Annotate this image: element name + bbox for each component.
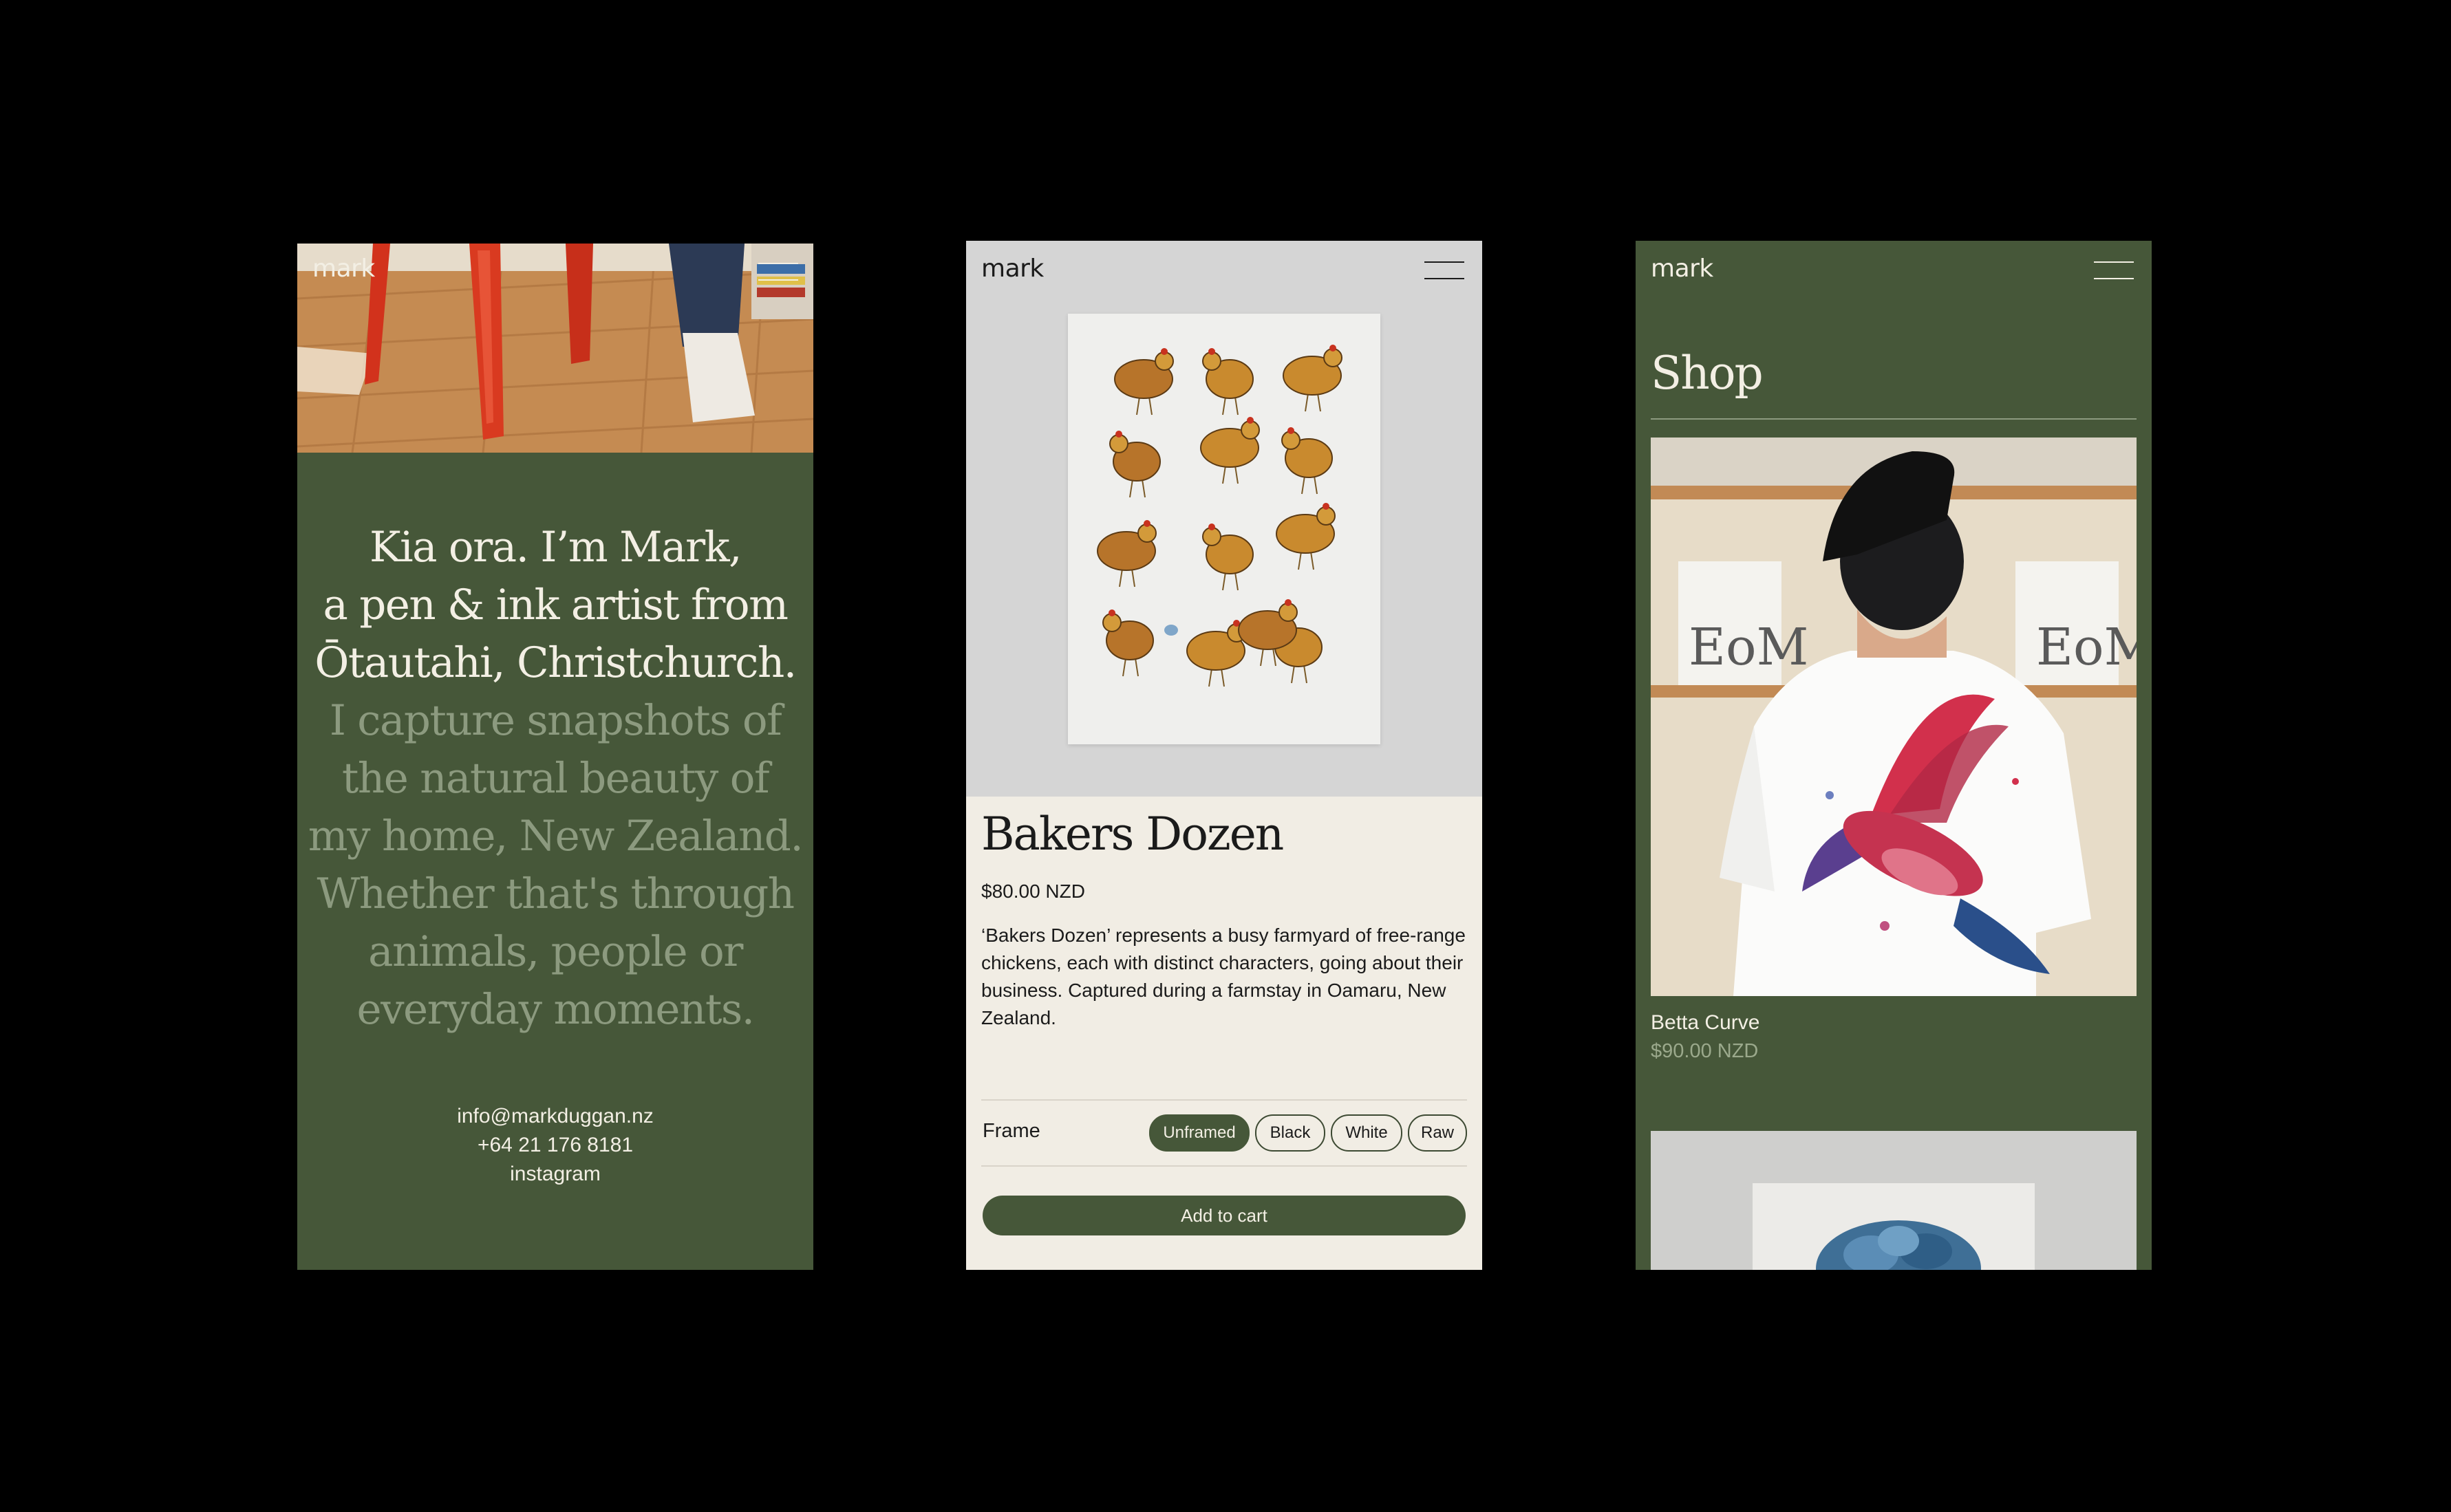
chicken-illustration bbox=[1202, 523, 1254, 591]
divider bbox=[1651, 418, 2137, 420]
bag-text: EoM bbox=[2036, 618, 2137, 677]
frame-option-raw[interactable]: Raw bbox=[1408, 1114, 1467, 1152]
chicken-illustration bbox=[1102, 609, 1154, 677]
contact-block: info@markduggan.nz +64 21 176 8181 insta… bbox=[297, 1102, 813, 1189]
about-screen: mark Kia ora. I’m Mark, a pen & ink arti… bbox=[297, 244, 813, 1270]
body-line: animals, people or bbox=[368, 927, 743, 976]
chicken-illustration bbox=[1109, 431, 1161, 498]
frame-option-white[interactable]: White bbox=[1331, 1114, 1402, 1152]
add-to-cart-button[interactable]: Add to cart bbox=[983, 1196, 1466, 1235]
intro-line: Kia ora. I’m Mark, bbox=[370, 523, 742, 572]
product-image-next[interactable] bbox=[1651, 1131, 2137, 1270]
frame-option-unframed[interactable]: Unframed bbox=[1149, 1114, 1250, 1152]
product-title: Bakers Dozen bbox=[981, 808, 1284, 861]
product-screen: mark Bakers Dozen $80.00 NZD ‘Bakers Doz… bbox=[966, 241, 1482, 1270]
body-line: the natural beauty of bbox=[341, 754, 770, 803]
chicken-illustration bbox=[1283, 345, 1342, 412]
divider bbox=[981, 1165, 1467, 1167]
product-image-area: mark bbox=[966, 241, 1482, 797]
product-name[interactable]: Betta Curve bbox=[1651, 1011, 1759, 1035]
hero-photo: mark bbox=[297, 244, 813, 453]
menu-icon[interactable] bbox=[1424, 261, 1464, 279]
menu-icon[interactable] bbox=[758, 263, 798, 281]
intro-line: Ōtautahi, Christchurch. bbox=[314, 638, 797, 687]
product-image-betta-curve[interactable]: EoM EoM bbox=[1651, 438, 2137, 996]
chicken-illustration bbox=[1114, 348, 1174, 415]
product-artwork[interactable] bbox=[1068, 314, 1380, 744]
chicken-illustration bbox=[1276, 503, 1336, 570]
divider bbox=[981, 1099, 1467, 1101]
shop-screen: mark Shop EoM EoM Betta Curve $90.00 NZD bbox=[1636, 241, 2152, 1270]
intro-text: Kia ora. I’m Mark, a pen & ink artist fr… bbox=[297, 519, 813, 1039]
frame-label: Frame bbox=[983, 1120, 1040, 1142]
chicken-illustration bbox=[1186, 620, 1246, 687]
body-line: my home, New Zealand. bbox=[308, 812, 804, 861]
product-description: ‘Bakers Dozen’ represents a busy farmyar… bbox=[981, 925, 1466, 1028]
logo[interactable]: mark bbox=[981, 255, 1044, 283]
frame-option-black[interactable]: Black bbox=[1255, 1114, 1325, 1152]
page-title: Shop bbox=[1651, 347, 1764, 400]
phone-link[interactable]: +64 21 176 8181 bbox=[297, 1131, 813, 1160]
product-price: $80.00 NZD bbox=[981, 881, 1085, 902]
chicken-illustration bbox=[1281, 427, 1333, 495]
egg-illustration bbox=[1164, 625, 1178, 636]
bag-text: EoM bbox=[1689, 618, 1808, 677]
intro-line: a pen & ink artist from bbox=[323, 581, 789, 629]
instagram-link[interactable]: instagram bbox=[297, 1160, 813, 1189]
menu-icon[interactable] bbox=[2094, 261, 2134, 279]
logo[interactable]: mark bbox=[312, 255, 375, 283]
logo[interactable]: mark bbox=[1651, 255, 1713, 283]
chicken-illustration bbox=[1200, 417, 1260, 484]
body-line: everyday moments. bbox=[356, 985, 755, 1034]
body-line: Whether that's through bbox=[317, 870, 795, 918]
body-line: I capture snapshots of bbox=[329, 696, 782, 745]
chicken-illustration bbox=[1097, 520, 1157, 587]
email-link[interactable]: info@markduggan.nz bbox=[297, 1102, 813, 1131]
chicken-illustration bbox=[1202, 348, 1254, 415]
product-price: $90.00 NZD bbox=[1651, 1040, 1759, 1062]
